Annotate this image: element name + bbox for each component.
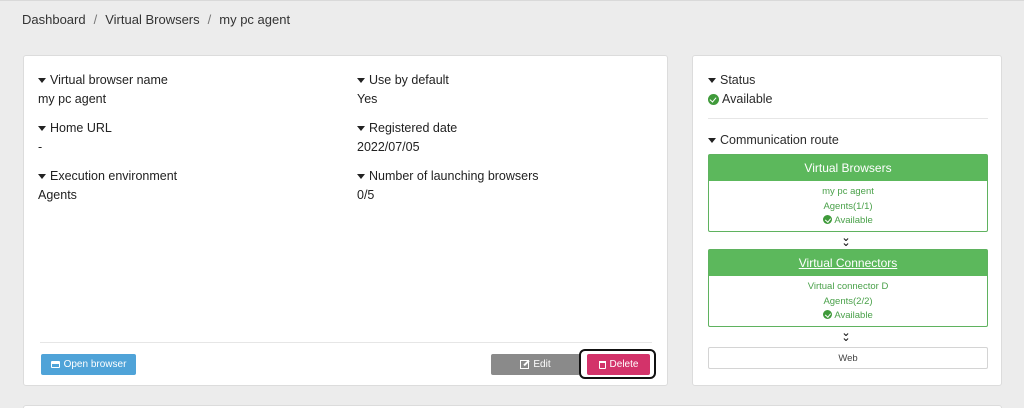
route-label: Communication route (720, 133, 839, 147)
status-field: Status Available (708, 73, 773, 106)
field-label: Number of launching browsers (369, 169, 539, 183)
virtual-connectors-link[interactable]: Virtual Connectors (709, 250, 987, 276)
route-field: Communication route (708, 133, 839, 147)
route-line-status: Available (834, 310, 873, 321)
field-label: Registered date (369, 121, 458, 135)
open-browser-label: Open browser (63, 359, 127, 370)
divider (708, 118, 988, 119)
double-chevron-down-icon: ⌄ ⌄ (841, 327, 851, 344)
field-value: Yes (357, 92, 378, 106)
field-label: Execution environment (50, 169, 178, 183)
route-box-title: Virtual Browsers (709, 155, 987, 181)
route-line-env: Agents(1/1) (823, 200, 873, 212)
field-value: - (38, 140, 43, 154)
edit-icon (520, 360, 530, 369)
status-value: Available (722, 92, 773, 106)
route-virtual-browsers: Virtual Browsers my pc agent Agents(1/1)… (708, 154, 988, 232)
field-home-url: Home URL - (38, 121, 112, 154)
route-line-name: my pc agent (822, 186, 874, 197)
breadcrumb: Dashboard / Virtual Browsers / my pc age… (22, 12, 290, 27)
field-label: Virtual browser name (50, 73, 168, 87)
route-virtual-connectors: Virtual Connectors Virtual connector D A… (708, 249, 988, 327)
field-execution-environment: Execution environment Agents (38, 169, 177, 202)
details-card: Virtual browser name my pc agent Use by … (23, 55, 668, 386)
open-browser-button[interactable]: Open browser (41, 354, 136, 375)
field-browser-name: Virtual browser name my pc agent (38, 73, 168, 106)
route-line-env: Agents(2/2) (823, 295, 873, 307)
field-use-default: Use by default Yes (357, 73, 449, 106)
window-icon (50, 361, 60, 368)
caret-down-icon (357, 125, 365, 131)
field-value: 2022/07/05 (357, 140, 420, 154)
top-border (0, 0, 1024, 1)
status-card: Status Available Communication route Vir… (692, 55, 1002, 386)
breadcrumb-separator: / (93, 12, 98, 27)
breadcrumb-separator: / (207, 12, 212, 27)
caret-down-icon (357, 77, 365, 83)
caret-down-icon (357, 173, 365, 179)
trash-icon (598, 360, 606, 369)
edit-button[interactable]: Edit (491, 354, 580, 375)
check-circle-icon (823, 310, 833, 319)
delete-label: Delete (609, 359, 639, 370)
caret-down-icon (708, 137, 716, 143)
check-circle-icon (708, 93, 719, 105)
double-chevron-down-icon: ⌄ ⌄ (841, 232, 851, 249)
breadcrumb-virtual-browsers[interactable]: Virtual Browsers (105, 12, 199, 27)
caret-down-icon (708, 77, 716, 83)
breadcrumb-dashboard[interactable]: Dashboard (22, 12, 86, 27)
caret-down-icon (38, 77, 46, 83)
route-line-name: Virtual connector D (807, 281, 889, 292)
field-label: Home URL (50, 121, 112, 135)
divider (40, 342, 652, 343)
caret-down-icon (38, 173, 46, 179)
route-line-status: Available (834, 215, 873, 226)
status-label: Status (720, 73, 756, 87)
field-label: Use by default (369, 73, 449, 87)
field-value: Agents (38, 188, 77, 202)
check-circle-icon (823, 215, 833, 224)
delete-highlight: Delete (579, 349, 656, 379)
field-launching-browsers: Number of launching browsers 0/5 (357, 169, 539, 202)
field-value: my pc agent (38, 92, 107, 106)
field-registered-date: Registered date 2022/07/05 (357, 121, 457, 154)
breadcrumb-current: my pc agent (219, 12, 291, 27)
caret-down-icon (38, 125, 46, 131)
edit-label: Edit (533, 359, 551, 370)
field-value: 0/5 (357, 188, 375, 202)
delete-button[interactable]: Delete (587, 354, 650, 375)
route-web: Web (708, 347, 988, 369)
